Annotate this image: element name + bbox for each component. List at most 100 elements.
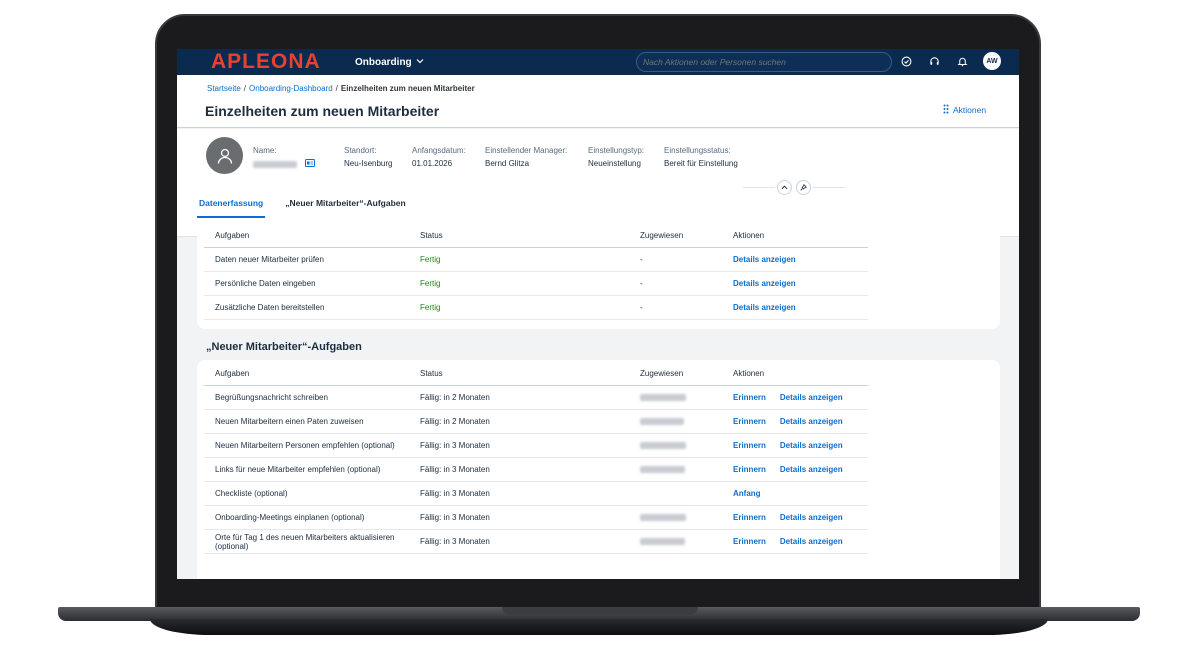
status-text: Fällig: in 3 Monaten [420, 465, 490, 474]
redacted-assignee [640, 394, 686, 402]
collapse-header-button[interactable] [777, 180, 792, 195]
pin-icon[interactable] [796, 180, 811, 195]
remind-link[interactable]: Erinnern [733, 513, 766, 522]
tab-bar: Datenerfassung „Neuer Mitarbeiter“-Aufga… [197, 198, 408, 218]
task-name: Persönliche Daten eingeben [215, 279, 316, 288]
field-label: Anfangsdatum: [412, 146, 466, 155]
bell-icon[interactable] [953, 52, 971, 70]
actions-label: Aktionen [953, 105, 987, 115]
details-link[interactable]: Details anzeigen [733, 279, 796, 288]
redacted-assignee [640, 442, 686, 450]
field-start-date: Anfangsdatum: 01.01.2026 [412, 146, 466, 168]
breadcrumb-dashboard-link[interactable]: Onboarding-Dashboard [249, 84, 333, 93]
remind-link[interactable]: Erinnern [733, 441, 766, 450]
breadcrumb-home-link[interactable]: Startseite [207, 84, 241, 93]
column-header-assigned[interactable]: Zugewiesen [640, 369, 733, 378]
field-label: Standort: [344, 146, 377, 155]
task-name: Daten neuer Mitarbeiter prüfen [215, 255, 324, 264]
task-name: Checkliste (optional) [215, 489, 288, 498]
status-text: Fertig [420, 279, 441, 288]
table-row[interactable]: Orte für Tag 1 des neuen Mitarbeiters ak… [204, 530, 868, 554]
column-header-status[interactable]: Status [420, 231, 640, 240]
status-text: Fällig: in 3 Monaten [420, 537, 490, 546]
divider [743, 187, 775, 188]
screen: APLEONA Onboarding AW [177, 49, 1019, 579]
status-text: Fällig: in 2 Monaten [420, 393, 490, 402]
chevron-down-icon [416, 57, 424, 68]
remind-link[interactable]: Erinnern [733, 393, 766, 402]
breadcrumb-separator: / [243, 84, 247, 93]
table-row[interactable]: Zusätzliche Daten bereitstellen Fertig -… [204, 296, 868, 320]
field-value: Bernd Glitza [485, 159, 530, 168]
person-placeholder-icon [206, 137, 243, 174]
remind-link[interactable]: Erinnern [733, 417, 766, 426]
laptop-frame: APLEONA Onboarding AW [0, 0, 1200, 650]
field-value: 01.01.2026 [412, 159, 453, 168]
details-link[interactable]: Details anzeigen [733, 303, 796, 312]
actions-button[interactable]: Aktionen [943, 104, 986, 116]
app-menu-button[interactable]: Onboarding [355, 57, 424, 68]
field-hiring-status: Einstellungsstatus: Bereit für Einstellu… [664, 146, 738, 168]
remind-link[interactable]: Erinnern [733, 465, 766, 474]
tab-new-employee-tasks[interactable]: „Neuer Mitarbeiter“-Aufgaben [283, 198, 407, 218]
table-row[interactable]: Daten neuer Mitarbeiter prüfen Fertig - … [204, 248, 868, 272]
field-label: Einstellender Manager: [485, 146, 568, 155]
status-text: Fertig [420, 255, 441, 264]
field-hiring-type: Einstellungstyp: Neueinstellung [588, 146, 644, 168]
table-row[interactable]: Neuen Mitarbeitern Personen empfehlen (o… [204, 434, 868, 458]
status-text: Fällig: in 3 Monaten [420, 513, 490, 522]
details-link[interactable]: Details anzeigen [733, 255, 796, 264]
column-header-status[interactable]: Status [420, 369, 640, 378]
page-title: Einzelheiten zum neuen Mitarbeiter [205, 103, 440, 119]
details-link[interactable]: Details anzeigen [780, 441, 843, 450]
check-circle-icon[interactable] [897, 52, 915, 70]
column-header-assigned[interactable]: Zugewiesen [640, 231, 733, 240]
column-header-task[interactable]: Aufgaben [204, 369, 420, 378]
task-name: Neuen Mitarbeitern einen Paten zuweisen [215, 417, 364, 426]
tab-data-collection[interactable]: Datenerfassung [197, 198, 266, 218]
task-name: Begrüßungsnachricht schreiben [215, 393, 328, 402]
company-logo[interactable]: APLEONA [211, 50, 355, 74]
user-avatar[interactable]: AW [983, 52, 1001, 70]
table-row[interactable]: Neuen Mitarbeitern einen Paten zuweisen … [204, 410, 868, 434]
field-value: Bereit für Einstellung [664, 159, 738, 168]
headset-icon[interactable] [925, 52, 943, 70]
start-link[interactable]: Anfang [733, 489, 761, 498]
data-tasks-card: Aufgaben Status Zugewiesen Aktionen Date… [197, 222, 1000, 329]
details-link[interactable]: Details anzeigen [780, 537, 843, 546]
column-header-actions: Aktionen [733, 369, 765, 378]
page-header: Startseite / Onboarding-Dashboard / Einz… [177, 75, 1019, 128]
field-hiring-manager: Einstellender Manager: Bernd Glitza [485, 146, 567, 168]
task-name: Zusätzliche Daten bereitstellen [215, 303, 325, 312]
field-value: Neueinstellung [588, 159, 641, 168]
redacted-assignee [640, 418, 684, 426]
table-row[interactable]: Persönliche Daten eingeben Fertig - Deta… [204, 272, 868, 296]
table-header: Aufgaben Status Zugewiesen Aktionen [204, 224, 868, 248]
divider [813, 187, 845, 188]
section-title: „Neuer Mitarbeiter“-Aufgaben [206, 341, 362, 353]
table-row[interactable]: Checkliste (optional) Fällig: in 3 Monat… [204, 482, 868, 506]
redacted-assignee [640, 466, 685, 474]
assigned-text: - [640, 303, 643, 312]
details-link[interactable]: Details anzeigen [780, 417, 843, 426]
table-row[interactable]: Links für neue Mitarbeiter empfehlen (op… [204, 458, 868, 482]
assigned-text: - [640, 279, 643, 288]
data-tasks-table: Aufgaben Status Zugewiesen Aktionen Date… [204, 224, 868, 320]
table-row[interactable]: Onboarding-Meetings einplanen (optional)… [204, 506, 868, 530]
task-name: Links für neue Mitarbeiter empfehlen (op… [215, 465, 381, 474]
grip-icon [943, 104, 949, 116]
table-row[interactable]: Begrüßungsnachricht schreiben Fällig: in… [204, 386, 868, 410]
details-link[interactable]: Details anzeigen [780, 393, 843, 402]
assigned-text: - [640, 255, 643, 264]
laptop-notch [502, 607, 698, 615]
details-link[interactable]: Details anzeigen [780, 513, 843, 522]
column-header-task[interactable]: Aufgaben [204, 231, 420, 240]
task-name: Neuen Mitarbeitern Personen empfehlen (o… [215, 441, 395, 450]
remind-link[interactable]: Erinnern [733, 537, 766, 546]
details-link[interactable]: Details anzeigen [780, 465, 843, 474]
header-controls [777, 180, 811, 195]
search-input[interactable] [636, 52, 892, 72]
status-text: Fertig [420, 303, 441, 312]
id-card-icon[interactable] [305, 159, 316, 169]
shell-icons: AW [897, 52, 1001, 70]
